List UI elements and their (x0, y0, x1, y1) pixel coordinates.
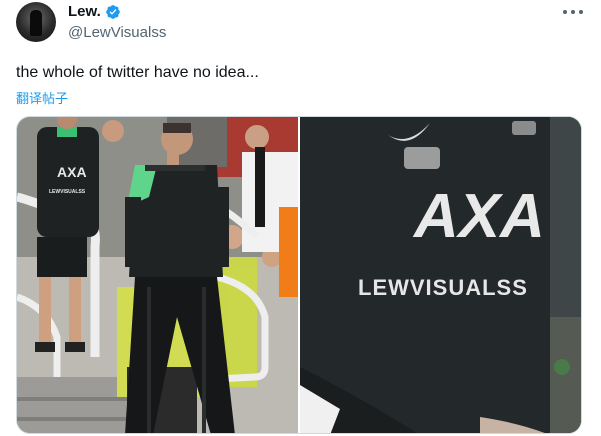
verified-badge-icon (105, 4, 120, 19)
author-handle[interactable]: @LewVisualss (68, 24, 166, 41)
media-grid: AXA LEWVISUALSS AXA LEWVISUALSS (16, 116, 582, 434)
photo-shirt-closeup[interactable]: AXA LEWVISUALSS (300, 117, 581, 433)
photo-touchline-image: AXA LEWVISUALSS (17, 117, 298, 433)
more-dot (571, 10, 575, 14)
translate-post-link[interactable]: 翻译帖子 (16, 88, 68, 107)
more-dot (563, 10, 567, 14)
tweet-card: Lew. @LewVisualss the whole of twitter h… (0, 0, 601, 436)
avatar-figure (30, 10, 42, 36)
more-options-icon[interactable] (563, 4, 583, 20)
avatar[interactable] (16, 2, 56, 42)
photo-touchline[interactable]: AXA LEWVISUALSS (17, 117, 298, 433)
right-shirt-text: LEWVISUALSS (358, 275, 528, 300)
photo-shirt-closeup-image: AXA LEWVISUALSS (300, 117, 581, 433)
right-shirt-sponsor: AXA (412, 182, 545, 251)
left-player-shirt-text: LEWVISUALSS (49, 189, 86, 195)
tweet-text: the whole of twitter have no idea... (16, 64, 259, 81)
author-display-name[interactable]: Lew. (68, 3, 101, 20)
left-player-sponsor: AXA (57, 164, 87, 180)
author-name-row: Lew. (68, 3, 121, 20)
more-dot (579, 10, 583, 14)
